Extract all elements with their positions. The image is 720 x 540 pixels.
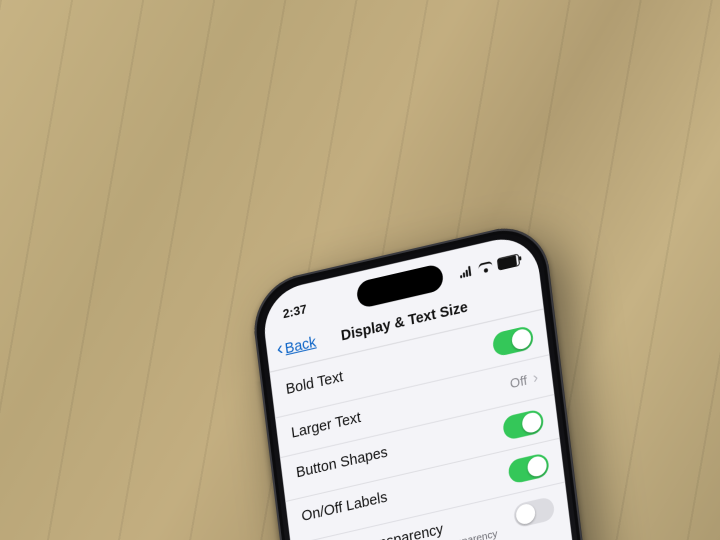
cellular-icon (459, 265, 474, 278)
toggle-onoff-labels[interactable] (507, 452, 550, 485)
status-time: 2:37 (282, 302, 308, 322)
chevron-right-icon: › (532, 369, 539, 387)
toggle-reduce-transparency[interactable] (513, 496, 556, 529)
phone-screen: 2:37 ‹ Back Display & Text Size Bold Tex… (260, 231, 608, 540)
chevron-left-icon: ‹ (276, 339, 284, 359)
back-button[interactable]: ‹ Back (276, 333, 317, 358)
back-label: Back (284, 333, 317, 356)
wifi-icon (478, 261, 493, 274)
toggle-button-shapes[interactable] (502, 408, 545, 441)
phone-frame: 2:37 ‹ Back Display & Text Size Bold Tex… (249, 219, 619, 540)
toggle-bold-text[interactable] (492, 325, 535, 358)
battery-icon (497, 253, 520, 270)
row-value: Off (509, 372, 528, 391)
